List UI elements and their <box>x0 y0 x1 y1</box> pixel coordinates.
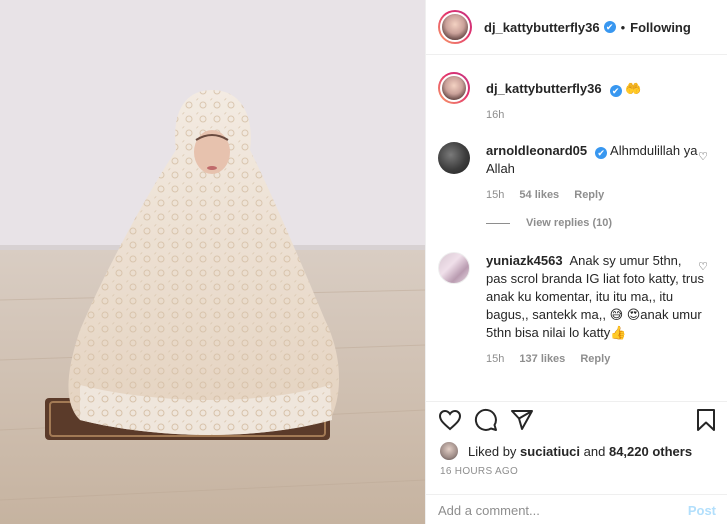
post-photo <box>0 0 425 524</box>
caption-avatar[interactable] <box>438 72 470 104</box>
action-icons <box>438 408 718 436</box>
verified-badge-icon: ✔ <box>609 85 622 97</box>
liker-avatar[interactable] <box>440 442 458 460</box>
comment-input[interactable] <box>438 502 688 518</box>
add-comment-bar: Post <box>426 494 727 524</box>
reply-button[interactable]: Reply <box>574 189 604 201</box>
comment-avatar[interactable] <box>438 252 470 284</box>
caption-meta: 16h <box>486 106 706 124</box>
liked-by-user[interactable]: suciatiuci <box>520 444 580 459</box>
comment-icon[interactable] <box>474 408 498 432</box>
reply-button[interactable]: Reply <box>580 353 610 365</box>
author-username[interactable]: dj_kattybutterfly36 <box>484 20 600 35</box>
liked-by-prefix: Liked by <box>468 443 517 459</box>
liked-by-others[interactable]: 84,220 others <box>609 444 692 459</box>
liked-by-connector: and <box>583 443 606 459</box>
comment-item: arnoldleonard05 ✔ Alhmdulillah ya Allah 1… <box>438 142 720 212</box>
view-replies-label: View replies (10) <box>526 217 613 229</box>
comment-item: yuniazk4563 Anak sy umur 5thn, pas scrol… <box>438 252 720 392</box>
caption-username[interactable]: dj_kattybutterfly36 <box>486 81 602 96</box>
verified-badge-icon: ✔ <box>603 21 616 33</box>
post-photo-illustration <box>0 0 425 524</box>
comment-username[interactable]: arnoldleonard05 <box>486 143 587 158</box>
comment-likes[interactable]: 54 likes <box>519 189 559 201</box>
bookmark-icon[interactable] <box>694 408 718 432</box>
post-details-panel: dj_kattybutterfly36 ✔ • Following dj_kat… <box>425 0 727 524</box>
share-icon[interactable] <box>510 408 534 432</box>
comment-meta: 15h 137 likes Reply <box>486 350 706 368</box>
post-timestamp[interactable]: 16 HOURS AGO <box>440 466 518 477</box>
view-replies-line <box>486 222 510 224</box>
comment-like-heart-icon[interactable]: ♡ <box>698 260 708 273</box>
caption-emoji: 🤲 <box>625 81 642 96</box>
comment-time[interactable]: 15h <box>486 353 504 365</box>
liked-by: Liked by suciatiuci and 84,220 others <box>440 442 692 460</box>
heart-icon[interactable] <box>438 408 462 432</box>
separator-dot: • <box>620 19 626 35</box>
view-replies-button[interactable]: View replies (10) <box>486 217 612 229</box>
following-button[interactable]: Following <box>630 20 691 35</box>
comment-time[interactable]: 15h <box>486 189 504 201</box>
comments-list[interactable]: dj_kattybutterfly36 ✔ 🤲 16h arnoldleonard… <box>426 56 727 401</box>
verified-badge-icon: ✔ <box>595 147 608 159</box>
caption: dj_kattybutterfly36 ✔ 🤲 16h <box>438 72 720 132</box>
comment-meta: 15h 54 likes Reply <box>486 186 706 204</box>
post-actions: Liked by suciatiuci and 84,220 others 16… <box>426 401 727 524</box>
comment-likes[interactable]: 137 likes <box>519 353 565 365</box>
caption-time[interactable]: 16h <box>486 109 504 121</box>
comment-username[interactable]: yuniazk4563 <box>486 253 563 268</box>
author-avatar[interactable] <box>438 10 472 44</box>
comment-avatar[interactable] <box>438 142 470 174</box>
post-button[interactable]: Post <box>688 503 716 518</box>
comment-like-heart-icon[interactable]: ♡ <box>698 150 708 163</box>
post-header: dj_kattybutterfly36 ✔ • Following <box>426 0 727 55</box>
